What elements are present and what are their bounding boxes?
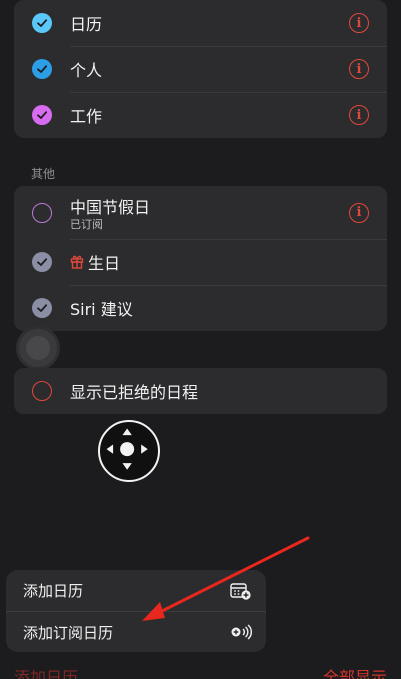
calendar-label: 生日 xyxy=(88,254,121,273)
checkmark-icon[interactable] xyxy=(32,13,52,33)
menu-item-add-calendar[interactable]: 添加日历 xyxy=(6,570,266,611)
unchecked-circle-icon[interactable] xyxy=(32,202,52,223)
calendar-label: Siri 建议 xyxy=(70,300,133,319)
calendar-label: 中国节假日 xyxy=(70,198,151,217)
unchecked-circle-icon[interactable] xyxy=(32,381,52,401)
calendar-label: 日历 xyxy=(70,15,103,34)
calendar-row-rili[interactable]: 日历 i xyxy=(14,0,387,46)
section-title-other: 其他 xyxy=(31,167,56,181)
show-declined-label: 显示已拒绝的日程 xyxy=(70,383,199,402)
checkmark-icon[interactable] xyxy=(32,298,52,318)
calendar-row-siri[interactable]: Siri 建议 xyxy=(14,285,387,331)
calendar-row-holidays[interactable]: 中国节假日 已订阅 i xyxy=(14,186,387,239)
info-icon[interactable]: i xyxy=(349,59,369,79)
other-calendars-group: 中国节假日 已订阅 i 生日 Siri 建议 xyxy=(14,186,387,331)
checkmark-icon[interactable] xyxy=(32,59,52,79)
info-icon[interactable]: i xyxy=(349,202,369,223)
add-calendar-menu: 添加日历 添加订阅日历 xyxy=(6,570,266,652)
calendar-label: 个人 xyxy=(70,61,103,80)
calendar-label: 工作 xyxy=(70,107,103,126)
menu-item-label: 添加订阅日历 xyxy=(23,623,114,642)
checkmark-icon[interactable] xyxy=(32,252,52,272)
my-calendars-group: 日历 i 个人 i 工作 i xyxy=(14,0,387,138)
checkmark-icon[interactable] xyxy=(32,105,52,125)
toolbar-show-all-link[interactable]: 全部显示 xyxy=(323,664,387,679)
info-icon[interactable]: i xyxy=(349,13,369,33)
gift-icon xyxy=(70,254,84,269)
menu-item-add-subscribed[interactable]: 添加订阅日历 xyxy=(6,611,266,652)
info-icon[interactable]: i xyxy=(349,105,369,125)
calendar-row-work[interactable]: 工作 i xyxy=(14,92,387,138)
calendar-row-birthdays[interactable]: 生日 xyxy=(14,239,387,285)
subscribe-broadcast-icon xyxy=(230,623,252,641)
show-declined-group: 显示已拒绝的日程 xyxy=(14,368,387,414)
calendar-add-icon xyxy=(230,582,252,600)
toolbar-add-calendar-link[interactable]: 添加日历 xyxy=(14,664,78,679)
assistive-touch-button[interactable] xyxy=(16,326,60,370)
menu-item-label: 添加日历 xyxy=(23,582,84,600)
subscribed-label: 已订阅 xyxy=(70,218,103,231)
dpad-control[interactable] xyxy=(98,420,160,482)
show-declined-row[interactable]: 显示已拒绝的日程 xyxy=(14,368,387,414)
calendar-row-personal[interactable]: 个人 i xyxy=(14,46,387,92)
